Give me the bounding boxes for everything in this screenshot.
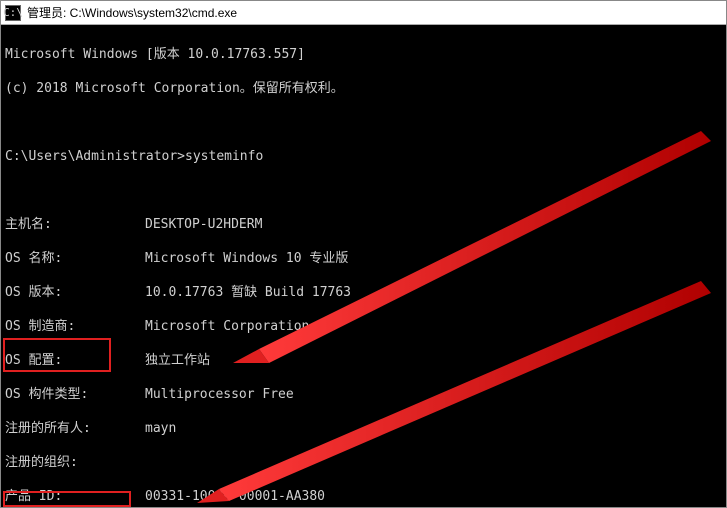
- blank: [5, 114, 722, 131]
- prompt-command: systeminfo: [185, 149, 263, 164]
- row-registered-owner: 注册的所有人:mayn: [5, 420, 722, 437]
- value-os-build-type: Multiprocessor Free: [145, 387, 294, 402]
- blank: [5, 182, 722, 199]
- row-os-config: OS 配置:独立工作站: [5, 352, 722, 369]
- value-os-config: 独立工作站: [145, 353, 210, 368]
- prompt-path: C:\Users\Administrator>: [5, 149, 185, 164]
- row-os-build-type: OS 构件类型:Multiprocessor Free: [5, 386, 722, 403]
- label-os-build-type: OS 构件类型:: [5, 386, 145, 403]
- label-os-manufacturer: OS 制造商:: [5, 318, 145, 335]
- value-product-id: 00331-10000-00001-AA380: [145, 489, 325, 504]
- value-os-version: 10.0.17763 暂缺 Build 17763: [145, 285, 351, 300]
- label-registered-owner: 注册的所有人:: [5, 420, 145, 437]
- titlebar[interactable]: C:\ 管理员: C:\Windows\system32\cmd.exe: [1, 1, 726, 25]
- label-os-config: OS 配置:: [5, 352, 145, 369]
- label-os-version: OS 版本:: [5, 284, 145, 301]
- row-registered-org: 注册的组织:: [5, 454, 722, 471]
- value-hostname: DESKTOP-U2HDERM: [145, 217, 262, 232]
- header-line-1: Microsoft Windows [版本 10.0.17763.557]: [5, 46, 722, 63]
- row-os-version: OS 版本:10.0.17763 暂缺 Build 17763: [5, 284, 722, 301]
- row-hostname: 主机名:DESKTOP-U2HDERM: [5, 216, 722, 233]
- value-os-manufacturer: Microsoft Corporation: [145, 319, 309, 334]
- row-os-manufacturer: OS 制造商:Microsoft Corporation: [5, 318, 722, 335]
- cmd-window: C:\ 管理员: C:\Windows\system32\cmd.exe Mic…: [0, 0, 727, 508]
- label-product-id: 产品 ID:: [5, 488, 145, 505]
- header-line-2: (c) 2018 Microsoft Corporation。保留所有权利。: [5, 80, 722, 97]
- prompt-line: C:\Users\Administrator>systeminfo: [5, 148, 722, 165]
- row-product-id: 产品 ID:00331-10000-00001-AA380: [5, 488, 722, 505]
- label-hostname: 主机名:: [5, 216, 145, 233]
- row-os-name: OS 名称:Microsoft Windows 10 专业版: [5, 250, 722, 267]
- value-registered-owner: mayn: [145, 421, 176, 436]
- window-title: 管理员: C:\Windows\system32\cmd.exe: [27, 4, 237, 21]
- terminal-output[interactable]: Microsoft Windows [版本 10.0.17763.557] (c…: [1, 25, 726, 507]
- label-os-name: OS 名称:: [5, 250, 145, 267]
- cmd-icon: C:\: [5, 5, 21, 21]
- value-os-name: Microsoft Windows 10 专业版: [145, 251, 348, 266]
- label-registered-org: 注册的组织:: [5, 454, 145, 471]
